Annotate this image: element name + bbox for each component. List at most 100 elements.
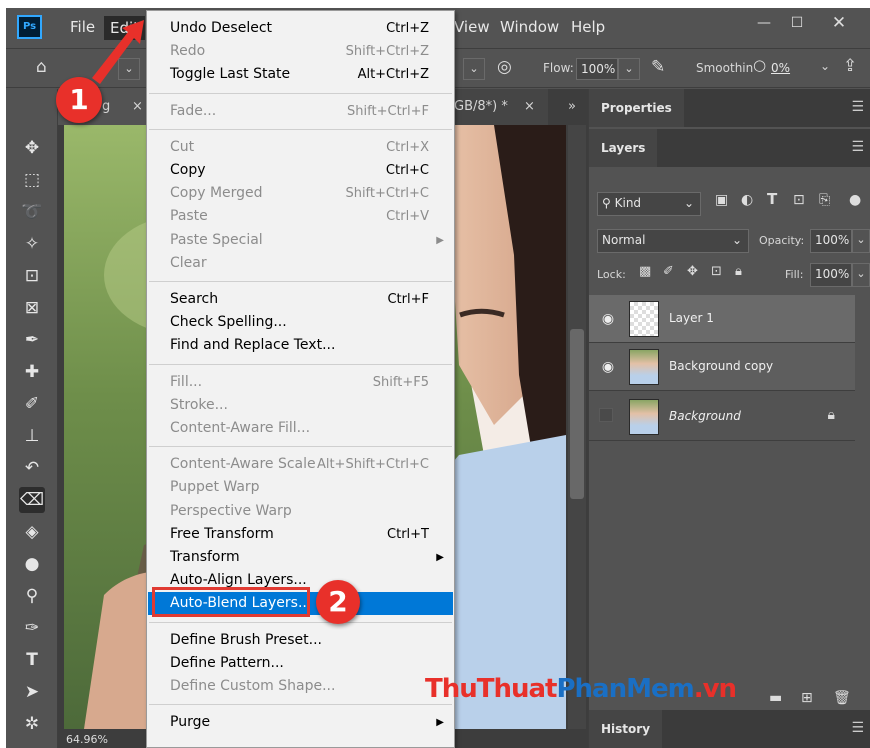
custom-shape-tool-icon[interactable]: ✲	[19, 711, 45, 737]
new-group-icon[interactable]: ▬	[769, 690, 782, 706]
layers-menu-icon[interactable]: ☰	[851, 139, 864, 155]
doc-tab-2[interactable]: GB/8*) * ×	[448, 89, 548, 125]
share-icon[interactable]: ⇪	[843, 56, 857, 76]
opacity-input[interactable]: 100%	[810, 229, 852, 253]
path-selection-tool-icon[interactable]: ➤	[19, 679, 45, 705]
menu-item-clear[interactable]: Clear	[148, 252, 453, 275]
menu-item-stroke[interactable]: Stroke...	[148, 394, 453, 417]
menu-item-undo-deselect[interactable]: Undo Deselect Ctrl+Z	[148, 17, 453, 40]
delete-layer-icon[interactable]: 🗑︎	[833, 690, 851, 706]
layer-row-layer-1[interactable]: ◉ Layer 1	[589, 295, 855, 343]
layer-thumbnail	[629, 301, 659, 337]
menu-window[interactable]: Window	[500, 18, 559, 36]
menu-item-paste-special[interactable]: Paste Special ▶	[148, 229, 453, 252]
history-menu-icon[interactable]: ☰	[851, 720, 864, 736]
menu-item-toggle-last-state[interactable]: Toggle Last State Alt+Ctrl+Z	[148, 63, 453, 86]
menu-item-puppet-warp[interactable]: Puppet Warp	[148, 476, 453, 499]
magic-wand-tool-icon[interactable]: ✧	[19, 231, 45, 257]
mode-dropdown-icon[interactable]: ⌄	[463, 58, 485, 80]
menu-item-fade[interactable]: Fade... Shift+Ctrl+F	[148, 100, 453, 123]
pressure-opacity-icon[interactable]: ◎	[497, 57, 512, 77]
menu-item-perspective-warp[interactable]: Perspective Warp	[148, 500, 453, 523]
tab-properties[interactable]: Properties	[589, 89, 684, 127]
lock-pixels-icon[interactable]: ✐	[663, 264, 674, 279]
history-brush-tool-icon[interactable]: ↶	[19, 455, 45, 481]
tab-history[interactable]: History	[589, 710, 663, 748]
crop-tool-icon[interactable]: ⊡	[19, 263, 45, 289]
menu-item-fill[interactable]: Fill... Shift+F5	[148, 371, 453, 394]
lock-position-icon[interactable]: ✥	[687, 264, 698, 279]
filter-pixel-icon[interactable]: ▣	[715, 192, 728, 208]
filter-smart-object-icon[interactable]: ⎘	[819, 192, 830, 208]
fill-input[interactable]: 100%	[810, 263, 852, 287]
lock-artboard-icon[interactable]: ⊡	[711, 264, 722, 279]
menu-item-define-brush-preset[interactable]: Define Brush Preset...	[148, 629, 453, 652]
menu-item-check-spelling[interactable]: Check Spelling...	[148, 311, 453, 334]
eyedropper-tool-icon[interactable]: ✒	[19, 327, 45, 353]
stamp-tool-icon[interactable]: ⊥	[19, 423, 45, 449]
menu-item-define-pattern[interactable]: Define Pattern...	[148, 652, 453, 675]
pen-tool-icon[interactable]: ✑	[19, 615, 45, 641]
menu-item-paste[interactable]: Paste Ctrl+V	[148, 205, 453, 228]
filter-shape-icon[interactable]: ⊡	[793, 192, 805, 208]
scrollbar-thumb[interactable]	[570, 329, 584, 499]
visibility-eye-icon[interactable]: ◉	[599, 358, 617, 376]
menu-item-free-transform[interactable]: Free Transform Ctrl+T	[148, 523, 453, 546]
menu-help[interactable]: Help	[571, 18, 605, 36]
airbrush-icon[interactable]: ✎	[651, 57, 665, 77]
menu-item-transform[interactable]: Transform ▶	[148, 546, 453, 569]
new-layer-icon[interactable]: ⊞	[801, 690, 813, 706]
submenu-arrow-icon: ▶	[436, 552, 444, 563]
visibility-toggle-empty[interactable]	[599, 408, 613, 422]
doc-tab-2-close-icon[interactable]: ×	[524, 89, 535, 125]
doc-tab-1-close-icon[interactable]: ×	[132, 89, 143, 125]
smoothing-input[interactable]: 0%	[767, 58, 813, 80]
close-icon[interactable]: ✕	[820, 12, 858, 34]
frame-tool-icon[interactable]: ⊠	[19, 295, 45, 321]
menu-item-search[interactable]: Search Ctrl+F	[148, 288, 453, 311]
visibility-eye-icon[interactable]: ◉	[599, 310, 617, 328]
blend-mode-select[interactable]: Normal ⌄	[597, 229, 749, 253]
filter-toggle-icon[interactable]: ●	[849, 192, 861, 208]
blur-tool-icon[interactable]: ●	[19, 551, 45, 577]
layer-filter-kind[interactable]: ⚲ Kind ⌄	[597, 192, 701, 216]
properties-menu-icon[interactable]: ☰	[851, 99, 864, 115]
smoothing-dropdown-icon[interactable]: ⌄	[820, 59, 830, 73]
filter-adjustment-icon[interactable]: ◐	[741, 192, 753, 208]
layer-row-background[interactable]: Background 🔒︎	[589, 393, 855, 441]
menu-item-purge[interactable]: Purge ▶	[148, 711, 453, 734]
paint-bucket-tool-icon[interactable]: ◈	[19, 519, 45, 545]
flow-input[interactable]: 100%	[576, 58, 618, 80]
opacity-dropdown-icon[interactable]: ⌄	[852, 229, 870, 253]
dodge-tool-icon[interactable]: ⚲	[19, 583, 45, 609]
lock-all-icon[interactable]: 🔒︎	[735, 264, 742, 279]
move-tool-icon[interactable]: ✥	[19, 135, 45, 161]
flow-dropdown-icon[interactable]: ⌄	[618, 58, 640, 80]
layer-row-background-copy[interactable]: ◉ Background copy	[589, 343, 855, 391]
menu-item-cut[interactable]: Cut Ctrl+X	[148, 136, 453, 159]
tab-layers[interactable]: Layers	[589, 129, 658, 167]
type-tool-icon[interactable]: T	[19, 647, 45, 673]
marquee-tool-icon[interactable]: ⬚	[19, 167, 45, 193]
filter-type-icon[interactable]: T	[767, 190, 777, 208]
menu-item-content-aware-fill[interactable]: Content-Aware Fill...	[148, 417, 453, 440]
menu-item-define-custom-shape[interactable]: Define Custom Shape...	[148, 675, 453, 698]
eraser-tool-icon[interactable]: ⌫	[19, 487, 45, 513]
home-icon[interactable]: ⌂	[36, 57, 47, 77]
lock-transparent-icon[interactable]: ▩	[639, 264, 651, 279]
menu-item-redo[interactable]: Redo Shift+Ctrl+Z	[148, 40, 453, 63]
menu-view[interactable]: View	[454, 18, 490, 36]
menu-item-copy[interactable]: Copy Ctrl+C	[148, 159, 453, 182]
ps-logo-icon: Ps	[17, 15, 42, 39]
brush-tool-icon[interactable]: ✐	[19, 391, 45, 417]
fill-dropdown-icon[interactable]: ⌄	[852, 263, 870, 287]
menu-item-copy-merged[interactable]: Copy Merged Shift+Ctrl+C	[148, 182, 453, 205]
lasso-tool-icon[interactable]: ➰	[19, 199, 45, 225]
healing-brush-tool-icon[interactable]: ✚	[19, 359, 45, 385]
maximize-icon[interactable]: ☐	[778, 12, 816, 34]
menu-item-shortcut: Shift+Ctrl+C	[345, 186, 429, 202]
menu-item-content-aware-scale[interactable]: Content-Aware Scale Alt+Shift+Ctrl+C	[148, 453, 453, 476]
tab-overflow-icon[interactable]: »	[560, 89, 588, 125]
menu-item-find-and-replace-text[interactable]: Find and Replace Text...	[148, 334, 453, 357]
zoom-level[interactable]: 64.96%	[66, 733, 108, 746]
